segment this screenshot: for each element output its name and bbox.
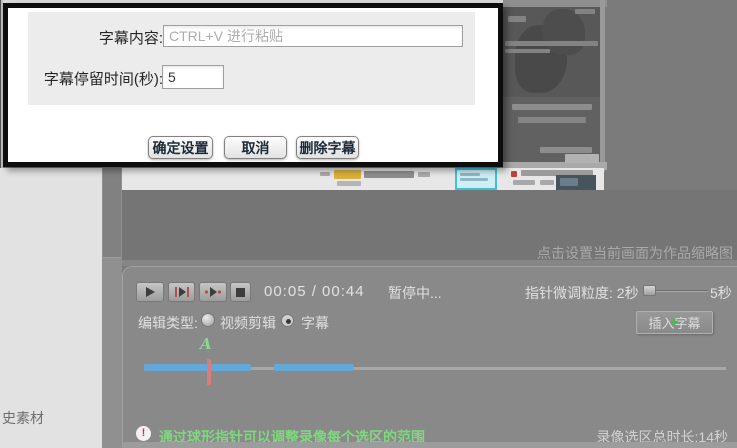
granularity-max-label: 5秒 xyxy=(710,285,732,301)
stop-button[interactable] xyxy=(230,282,251,302)
timeline-selection-segment[interactable] xyxy=(274,364,354,371)
radio-subtitle-label[interactable]: 字幕 xyxy=(301,313,329,333)
background-artifact xyxy=(575,9,595,14)
background-artifact xyxy=(513,180,535,185)
insert-subtitle-label: 插入字幕 xyxy=(648,316,701,331)
background-artifact xyxy=(508,16,526,22)
background-artifact xyxy=(518,117,586,123)
cancel-button[interactable]: 取消 xyxy=(224,136,287,159)
subtitle-duration-input[interactable] xyxy=(162,65,224,89)
step-forward-button[interactable] xyxy=(168,282,195,302)
subtitle-content-label: 字幕内容: xyxy=(98,30,163,47)
confirm-settings-button[interactable]: 确定设置 xyxy=(148,136,213,159)
background-artifact xyxy=(560,178,578,186)
playback-status: 暂停中... xyxy=(388,285,442,301)
fine-step-button[interactable] xyxy=(199,282,227,302)
background-thumbnail xyxy=(455,168,497,190)
delete-subtitle-button[interactable]: 删除字幕 xyxy=(296,136,359,159)
background-info-panel xyxy=(503,97,600,162)
time-display: 00:05 / 00:44 xyxy=(264,283,365,300)
background-artifact xyxy=(418,172,430,177)
warning-icon: ! xyxy=(136,426,151,441)
background-artifact xyxy=(364,171,414,178)
background-artifact xyxy=(512,104,592,110)
timeline-pointer-handle[interactable] xyxy=(207,359,211,385)
step-forward-icon xyxy=(174,287,189,297)
radio-selected-dot xyxy=(285,318,291,324)
app-screen: 史素材 点击设置当前画面为作品缩略图 00:05 / 00:44 暂停中... … xyxy=(0,0,737,448)
subtitle-duration-label: 字幕停留时间(秒): xyxy=(43,71,163,88)
window-bottom-edge xyxy=(122,442,737,448)
radio-video-edit-label[interactable]: 视频剪辑 xyxy=(220,313,276,333)
background-artifact xyxy=(460,178,488,181)
insert-subtitle-button[interactable]: + 插入字幕 xyxy=(636,311,713,334)
pointer-granularity-label: 指针微调粒度: 2秒 xyxy=(525,285,639,301)
background-artifact xyxy=(337,181,361,186)
background-artifact xyxy=(320,172,330,176)
background-artifact xyxy=(540,180,554,185)
timeline-control-panel: 00:05 / 00:44 暂停中... 指针微调粒度: 2秒 5秒 编辑类型:… xyxy=(122,266,737,445)
background-red-icon xyxy=(511,171,517,177)
video-preview-area: 点击设置当前画面为作品缩略图 xyxy=(122,190,737,261)
background-video-frame xyxy=(503,7,600,97)
play-button[interactable] xyxy=(136,282,164,302)
background-highlight-artifact xyxy=(334,170,361,179)
fine-step-icon xyxy=(204,287,222,297)
background-artifact xyxy=(540,147,592,153)
background-artifact xyxy=(505,49,550,53)
stop-icon xyxy=(236,287,245,297)
subtitle-marker-letter: A xyxy=(200,335,212,353)
background-artifact xyxy=(460,173,480,176)
background-thumbnail-small xyxy=(556,175,596,190)
subtitle-content-input[interactable] xyxy=(163,25,463,47)
background-artifact xyxy=(505,41,598,46)
edit-type-label: 编辑类型: xyxy=(138,315,198,331)
background-webpage-band xyxy=(122,168,604,190)
timeline-selection-segment[interactable] xyxy=(144,364,251,371)
history-material-label: 史素材 xyxy=(2,410,44,426)
radio-video-edit[interactable] xyxy=(201,313,215,327)
material-sidebar: 史素材 xyxy=(0,168,102,448)
granularity-slider-handle[interactable] xyxy=(643,285,656,296)
background-window-edge xyxy=(600,0,605,172)
background-button-artifact xyxy=(565,154,599,163)
background-window-topbar xyxy=(503,0,607,7)
subtitle-settings-dialog: 字幕内容: 字幕停留时间(秒): 确定设置 取消 删除字幕 xyxy=(3,3,503,167)
scrollbar-thumb[interactable] xyxy=(103,168,121,258)
radio-subtitle[interactable] xyxy=(281,314,294,327)
play-icon xyxy=(146,287,155,297)
sidebar-scrollbar[interactable] xyxy=(102,168,122,448)
